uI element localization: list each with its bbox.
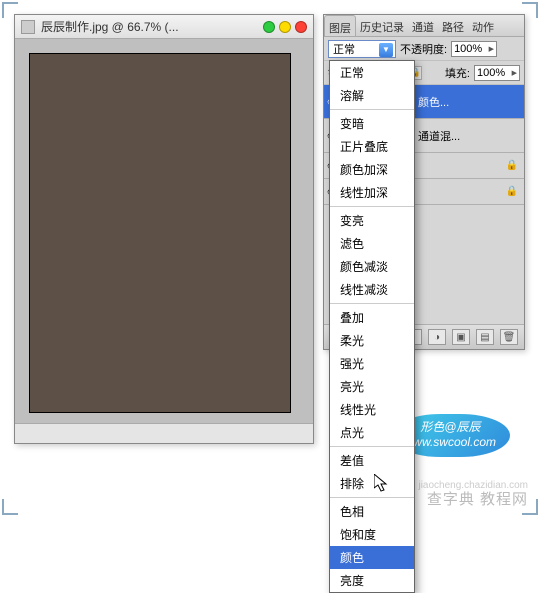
- status-bar: [15, 423, 313, 443]
- canvas[interactable]: [29, 53, 291, 413]
- tab-layers[interactable]: 图层: [324, 15, 356, 36]
- blend-option[interactable]: 线性光: [330, 398, 414, 421]
- blend-mode-value: 正常: [333, 41, 355, 57]
- blend-option[interactable]: 变亮: [330, 209, 414, 232]
- blend-option[interactable]: 线性加深: [330, 181, 414, 204]
- lock-icon: 🔒: [506, 186, 518, 197]
- folder-icon[interactable]: ▣: [452, 329, 470, 345]
- blend-option[interactable]: 排除: [330, 472, 414, 495]
- trash-icon[interactable]: 🗑: [500, 329, 518, 345]
- blend-option[interactable]: 颜色加深: [330, 158, 414, 181]
- lock-icon: 🔒: [506, 160, 518, 171]
- minimize-button[interactable]: [263, 21, 275, 33]
- window-controls: [263, 21, 307, 33]
- blend-option[interactable]: 强光: [330, 352, 414, 375]
- blend-row: 正常 ▼ 不透明度: 100% ▶: [324, 37, 524, 61]
- blend-option[interactable]: 溶解: [330, 84, 414, 107]
- menu-separator: [330, 446, 414, 447]
- blend-option[interactable]: 柔光: [330, 329, 414, 352]
- blend-option[interactable]: 色相: [330, 500, 414, 523]
- tab-history[interactable]: 历史记录: [356, 15, 408, 36]
- menu-separator: [330, 303, 414, 304]
- blend-option[interactable]: 差值: [330, 449, 414, 472]
- panel-tabs: 图层 历史记录 通道 路径 动作: [324, 15, 524, 37]
- canvas-area[interactable]: [15, 39, 313, 423]
- adjustment-icon[interactable]: ◑: [428, 329, 446, 345]
- fill-label: 填充:: [445, 65, 470, 81]
- opacity-input[interactable]: 100% ▶: [451, 41, 497, 57]
- chevron-right-icon: ▶: [512, 69, 517, 77]
- layer-name: 颜色...: [418, 94, 518, 110]
- blend-option[interactable]: 滤色: [330, 232, 414, 255]
- fill-input[interactable]: 100% ▶: [474, 65, 520, 81]
- blend-option[interactable]: 变暗: [330, 112, 414, 135]
- fill-value: 100%: [477, 67, 505, 79]
- blend-option[interactable]: 正常: [330, 61, 414, 84]
- blend-option[interactable]: 亮度: [330, 569, 414, 592]
- document-window: 辰辰制作.jpg @ 66.7% (...: [14, 14, 314, 444]
- blend-option[interactable]: 亮光: [330, 375, 414, 398]
- chevron-right-icon: ▶: [489, 45, 494, 53]
- blend-option[interactable]: 点光: [330, 421, 414, 444]
- menu-separator: [330, 109, 414, 110]
- opacity-value: 100%: [454, 43, 482, 55]
- frame-corner: [2, 499, 18, 515]
- blend-option[interactable]: 饱和度: [330, 523, 414, 546]
- document-icon: [21, 20, 35, 34]
- new-layer-icon[interactable]: ▤: [476, 329, 494, 345]
- watermark-line2: www.swcool.com: [405, 435, 496, 451]
- tab-actions[interactable]: 动作: [468, 15, 498, 36]
- blend-mode-dropdown[interactable]: 正常溶解变暗正片叠底颜色加深线性加深变亮滤色颜色减淡线性减淡叠加柔光强光亮光线性…: [329, 60, 415, 593]
- blend-option[interactable]: 颜色: [330, 546, 414, 569]
- blend-option[interactable]: 正片叠底: [330, 135, 414, 158]
- document-title: 辰辰制作.jpg @ 66.7% (...: [41, 18, 257, 35]
- blend-option[interactable]: 线性减淡: [330, 278, 414, 301]
- layer-name: 通道混...: [418, 128, 518, 144]
- tab-paths[interactable]: 路径: [438, 15, 468, 36]
- tab-channels[interactable]: 通道: [408, 15, 438, 36]
- blend-mode-select[interactable]: 正常 ▼: [328, 40, 396, 58]
- blend-option[interactable]: 颜色减淡: [330, 255, 414, 278]
- opacity-label: 不透明度:: [400, 41, 447, 57]
- menu-separator: [330, 497, 414, 498]
- blend-option[interactable]: 叠加: [330, 306, 414, 329]
- close-button[interactable]: [295, 21, 307, 33]
- maximize-button[interactable]: [279, 21, 291, 33]
- document-titlebar[interactable]: 辰辰制作.jpg @ 66.7% (...: [15, 15, 313, 39]
- watermark-site: 查字典 教程网: [427, 488, 528, 509]
- dropdown-arrow-icon: ▼: [379, 43, 393, 57]
- menu-separator: [330, 206, 414, 207]
- watermark-line1: 形色@辰辰: [405, 420, 496, 436]
